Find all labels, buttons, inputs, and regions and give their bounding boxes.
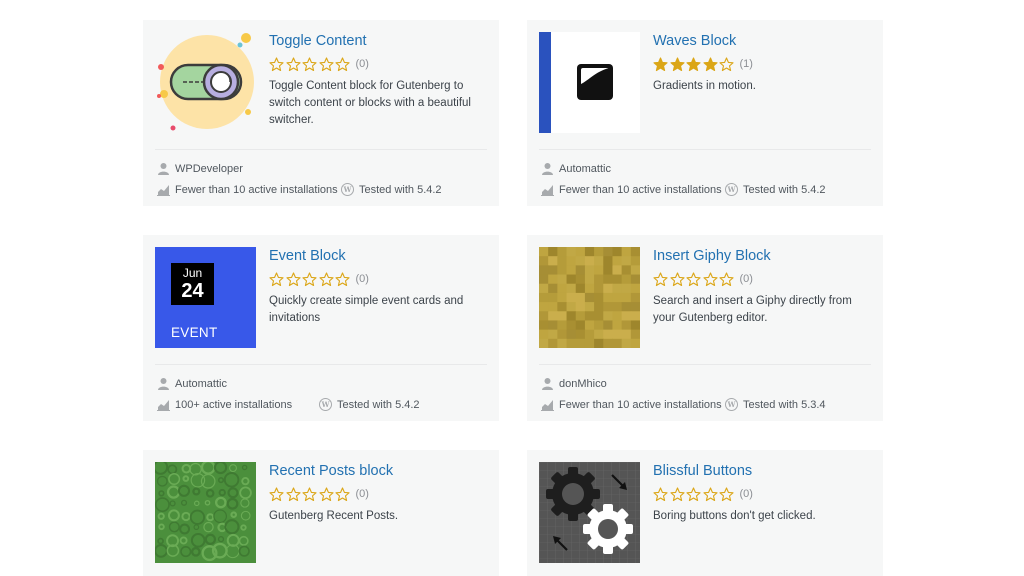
star-empty-icon (335, 56, 350, 71)
star-empty-icon (719, 56, 734, 71)
active-installations: Fewer than 10 active installations (559, 183, 722, 196)
star-empty-icon (285, 271, 301, 286)
star-empty-icon (702, 271, 718, 286)
user-icon (541, 377, 554, 390)
plugin-description: Gradients in motion. (653, 80, 756, 92)
plugin-author: Automattic (175, 377, 227, 390)
star-empty-icon (653, 486, 668, 501)
plugin-title-link[interactable]: Insert Giphy Block (653, 247, 871, 265)
star-empty-icon (285, 486, 301, 501)
plugin-card: Waves Block (1) Gradients in motion. Aut… (527, 20, 883, 206)
plugin-description: Quickly create simple event cards and in… (269, 295, 464, 324)
star-empty-icon (653, 271, 668, 286)
mosaic-pattern-icon (539, 247, 640, 348)
star-rating: (0) (653, 271, 871, 287)
chart-icon (541, 183, 554, 196)
plugin-description: Search and insert a Giphy directly from … (653, 295, 852, 324)
star-empty-icon (269, 271, 284, 286)
plugin-description: Toggle Content block for Gutenberg to sw… (269, 80, 471, 126)
plugin-thumbnail[interactable] (155, 462, 256, 563)
plugin-card: Blissful Buttons (0) Boring buttons don'… (527, 450, 883, 576)
event-label: EVENT (171, 325, 218, 340)
star-filled-icon (686, 56, 701, 71)
star-empty-icon (335, 271, 350, 286)
user-icon (541, 162, 554, 175)
wordpress-icon: W (341, 183, 354, 196)
plugin-card: Insert Giphy Block (0) Search and insert… (527, 235, 883, 421)
tested-version: Tested with 5.3.4 (743, 398, 826, 411)
plugin-title-link[interactable]: Toggle Content (269, 32, 487, 50)
chart-icon (157, 183, 170, 196)
green-circles-pattern-icon (155, 462, 256, 563)
star-filled-icon (669, 56, 685, 71)
plugin-description: Gutenberg Recent Posts. (269, 510, 399, 522)
star-rating: (0) (653, 486, 871, 502)
rating-count: (0) (739, 488, 753, 500)
plugin-author: Automattic (559, 162, 611, 175)
gradient-square-icon (539, 32, 640, 133)
star-empty-icon (302, 486, 317, 501)
gears-icon (539, 462, 640, 563)
star-empty-icon (686, 486, 701, 501)
star-rating: (1) (653, 56, 871, 72)
star-empty-icon (686, 271, 701, 286)
star-empty-icon (302, 56, 317, 71)
star-rating: (0) (269, 56, 487, 72)
user-icon (157, 162, 170, 175)
star-empty-icon (702, 486, 718, 501)
plugin-card: Recent Posts block (0) Gutenberg Recent … (143, 450, 499, 576)
star-empty-icon (669, 271, 685, 286)
star-empty-icon (318, 271, 334, 286)
rating-count: (0) (355, 273, 369, 285)
star-empty-icon (302, 271, 317, 286)
wordpress-icon: W (319, 398, 332, 411)
active-installations: 100+ active installations (175, 398, 293, 411)
tested-version: Tested with 5.4.2 (359, 183, 442, 196)
star-empty-icon (285, 56, 301, 71)
plugin-author: donMhico (559, 377, 607, 390)
rating-count: (1) (739, 58, 753, 70)
plugin-thumbnail[interactable] (539, 462, 640, 563)
plugin-thumbnail[interactable] (539, 32, 640, 133)
star-empty-icon (318, 56, 334, 71)
star-empty-icon (719, 271, 734, 286)
chart-icon (541, 398, 554, 411)
star-filled-icon (653, 56, 668, 71)
tested-version: Tested with 5.4.2 (337, 398, 420, 411)
chart-icon (157, 398, 170, 411)
plugin-card: Jun 24 EVENT Event Block (0) Quickly cre… (143, 235, 499, 421)
rating-count: (0) (739, 273, 753, 285)
star-filled-icon (702, 56, 718, 71)
rating-count: (0) (355, 58, 369, 70)
plugin-author: WPDeveloper (175, 162, 243, 175)
star-rating: (0) (269, 486, 487, 502)
rating-count: (0) (355, 488, 369, 500)
plugin-card: Toggle Content (0) Toggle Content block … (143, 20, 499, 206)
plugin-title-link[interactable]: Blissful Buttons (653, 462, 871, 480)
wordpress-icon: W (725, 398, 738, 411)
event-day: 24 (181, 280, 204, 302)
event-month: Jun (182, 266, 203, 280)
star-empty-icon (269, 486, 284, 501)
tested-version: Tested with 5.4.2 (743, 183, 826, 196)
star-empty-icon (335, 486, 350, 501)
plugin-description: Boring buttons don't get clicked. (653, 510, 816, 522)
star-empty-icon (719, 486, 734, 501)
star-empty-icon (269, 56, 284, 71)
plugin-title-link[interactable]: Event Block (269, 247, 487, 265)
star-empty-icon (318, 486, 334, 501)
plugin-thumbnail[interactable] (539, 247, 640, 348)
plugin-title-link[interactable]: Recent Posts block (269, 462, 487, 480)
calendar-date-tile: Jun 24 (171, 263, 214, 305)
wordpress-icon: W (725, 183, 738, 196)
star-rating: (0) (269, 271, 487, 287)
user-icon (157, 377, 170, 390)
star-empty-icon (669, 486, 685, 501)
active-installations: Fewer than 10 active installations (175, 183, 338, 196)
plugin-title-link[interactable]: Waves Block (653, 32, 871, 50)
toggle-switch-illustration-icon (157, 33, 254, 131)
plugin-thumbnail[interactable]: Jun 24 EVENT (155, 247, 256, 348)
active-installations: Fewer than 10 active installations (559, 398, 722, 411)
plugin-thumbnail[interactable] (155, 32, 256, 133)
